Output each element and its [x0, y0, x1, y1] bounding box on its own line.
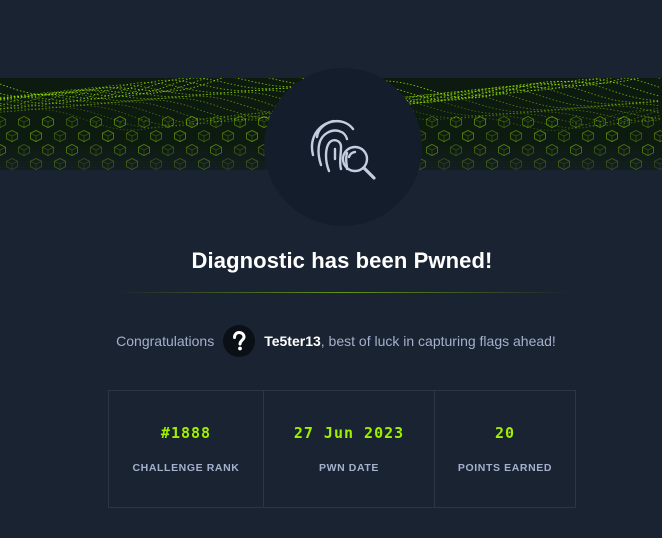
stats-panel: #1888 CHALLENGE RANK 27 Jun 2023 PWN DAT…	[108, 390, 576, 508]
congrats-suffix: , best of luck in capturing flags ahead!	[320, 333, 556, 349]
user-avatar[interactable]	[223, 325, 256, 357]
stat-points-earned: 20 POINTS EARNED	[434, 391, 575, 507]
points-earned-label: POINTS EARNED	[457, 462, 553, 474]
fingerprint-search-icon	[310, 119, 376, 180]
congrats-prefix: Congratulations	[116, 333, 215, 349]
congrats-line: Congratulations Te5ter13 , best of luck …	[0, 325, 662, 357]
pwn-date-value: 27 Jun 2023	[293, 424, 405, 442]
page-title: Diagnostic has been Pwned!	[191, 248, 493, 273]
question-mark-icon	[233, 330, 246, 351]
stat-challenge-rank: #1888 CHALLENGE RANK	[109, 391, 263, 507]
stat-pwn-date: 27 Jun 2023 PWN DATE	[263, 391, 434, 507]
points-earned-value: 20	[494, 424, 516, 442]
machine-avatar	[264, 68, 422, 226]
username-link[interactable]: Te5ter13	[264, 333, 321, 349]
challenge-rank-value: #1888	[160, 424, 212, 442]
challenge-rank-label: CHALLENGE RANK	[132, 462, 240, 474]
pwn-date-label: PWN DATE	[318, 462, 380, 474]
divider	[116, 292, 570, 293]
